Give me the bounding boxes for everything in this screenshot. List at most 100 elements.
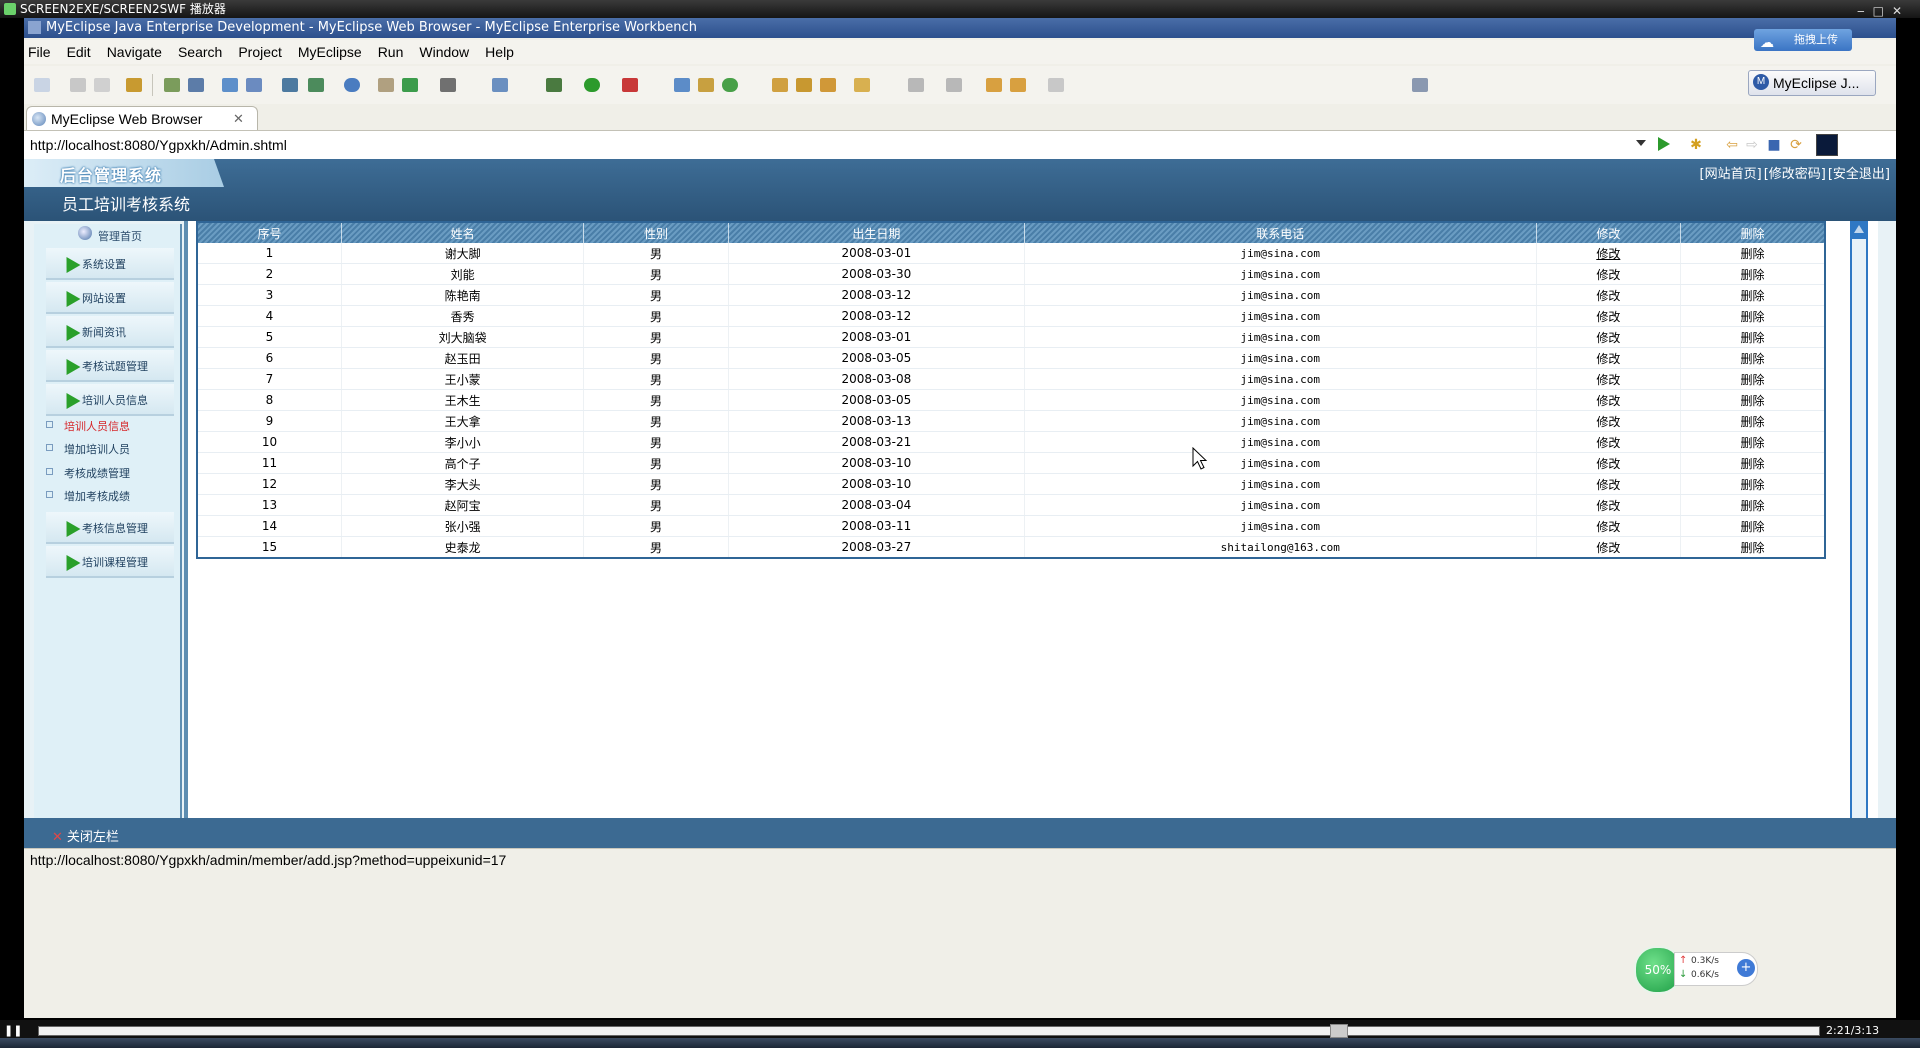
vertical-scrollbar[interactable] bbox=[1850, 221, 1868, 871]
edit-link-text[interactable]: 修改 bbox=[1596, 520, 1620, 534]
edit-link[interactable]: 修改 bbox=[1536, 347, 1682, 369]
reload-icon[interactable]: ⟳ bbox=[1788, 137, 1804, 153]
network-speed-widget[interactable]: 50% ↑ 0.3K/s ↓ 0.6K/s + bbox=[1634, 946, 1758, 994]
delete-link[interactable]: 删除 bbox=[1680, 326, 1826, 348]
menu-myeclipse[interactable]: MyEclipse bbox=[290, 40, 370, 64]
playback-thumb[interactable] bbox=[1330, 1024, 1348, 1038]
browser-back-icon[interactable]: ⇦ bbox=[1724, 137, 1740, 153]
external-tools-icon[interactable] bbox=[622, 78, 638, 92]
delete-link-text[interactable]: 删除 bbox=[1741, 247, 1765, 261]
edit-link[interactable]: 修改 bbox=[1536, 243, 1682, 264]
prev-annotation-icon[interactable] bbox=[946, 78, 962, 92]
edit-link[interactable]: 修改 bbox=[1536, 473, 1682, 495]
edit-link-text[interactable]: 修改 bbox=[1596, 373, 1620, 387]
edit-link-text[interactable]: 修改 bbox=[1596, 268, 1620, 282]
edit-link[interactable]: 修改 bbox=[1536, 494, 1682, 516]
scroll-up-icon[interactable] bbox=[1854, 225, 1864, 233]
edit-link[interactable]: 修改 bbox=[1536, 452, 1682, 474]
url-history-dropdown-icon[interactable] bbox=[1636, 140, 1646, 146]
delete-link-text[interactable]: 删除 bbox=[1741, 310, 1765, 324]
delete-link-text[interactable]: 删除 bbox=[1741, 499, 1765, 513]
edit-link-text[interactable]: 修改 bbox=[1596, 541, 1620, 555]
menu-help[interactable]: Help bbox=[477, 40, 522, 64]
archive-icon[interactable] bbox=[820, 78, 836, 92]
run-icon[interactable] bbox=[584, 78, 600, 92]
edit-link[interactable]: 修改 bbox=[1536, 326, 1682, 348]
deploy-icon[interactable] bbox=[164, 78, 180, 92]
delete-link[interactable]: 删除 bbox=[1680, 284, 1826, 306]
delete-link-text[interactable]: 删除 bbox=[1741, 268, 1765, 282]
delete-link[interactable]: 删除 bbox=[1680, 305, 1826, 327]
go-icon[interactable] bbox=[1658, 137, 1670, 151]
edit-link-text[interactable]: 修改 bbox=[1596, 415, 1620, 429]
browser-view-icon[interactable] bbox=[1816, 134, 1838, 156]
menu-file[interactable]: File bbox=[24, 40, 59, 64]
delete-link-text[interactable]: 删除 bbox=[1741, 415, 1765, 429]
new-project-icon[interactable] bbox=[282, 78, 298, 92]
link-logout[interactable]: [安全退出] bbox=[1828, 167, 1890, 182]
new-class-icon[interactable] bbox=[308, 78, 324, 92]
pause-icon[interactable]: ❚❚ bbox=[4, 1024, 22, 1037]
server-icon[interactable] bbox=[188, 78, 204, 92]
refresh-icon[interactable] bbox=[402, 78, 418, 92]
close-left-panel-link[interactable]: ✕ 关闭左栏 bbox=[52, 826, 119, 845]
console-icon[interactable] bbox=[440, 78, 456, 92]
wand-icon[interactable] bbox=[796, 78, 812, 92]
print-icon[interactable] bbox=[94, 78, 110, 92]
delete-link[interactable]: 删除 bbox=[1680, 473, 1826, 495]
edit-link-text[interactable]: 修改 bbox=[1596, 499, 1620, 513]
favorites-icon[interactable]: ✱ bbox=[1688, 137, 1704, 153]
folder-icon[interactable] bbox=[854, 78, 870, 92]
delete-link-text[interactable]: 删除 bbox=[1741, 520, 1765, 534]
edit-link-text[interactable]: 修改 bbox=[1596, 352, 1620, 366]
edit-link-text[interactable]: 修改 bbox=[1596, 457, 1620, 471]
delete-link-text[interactable]: 删除 bbox=[1741, 331, 1765, 345]
sidebar-item-training-courses[interactable]: 培训课程管理 bbox=[46, 546, 174, 578]
new-file-icon[interactable] bbox=[34, 78, 50, 92]
edit-link-text[interactable]: 修改 bbox=[1596, 289, 1620, 303]
plus-icon[interactable]: + bbox=[1737, 959, 1755, 977]
back-icon[interactable] bbox=[1010, 78, 1026, 92]
delete-link[interactable]: 删除 bbox=[1680, 431, 1826, 453]
delete-link-text[interactable]: 删除 bbox=[1741, 394, 1765, 408]
save-icon[interactable] bbox=[70, 78, 86, 92]
delete-link-text[interactable]: 删除 bbox=[1741, 541, 1765, 555]
delete-link[interactable]: 删除 bbox=[1680, 243, 1826, 264]
sidebar-item-system-settings[interactable]: 系统设置 bbox=[46, 248, 174, 280]
close-tab-icon[interactable]: ✕ bbox=[233, 107, 244, 131]
open-folder-icon[interactable] bbox=[772, 78, 788, 92]
tab-web-browser[interactable]: MyEclipse Web Browser ✕ bbox=[26, 106, 258, 131]
menu-run[interactable]: Run bbox=[370, 40, 412, 64]
edit-link-text[interactable]: 修改 bbox=[1596, 331, 1620, 345]
edit-link[interactable]: 修改 bbox=[1536, 305, 1682, 327]
delete-link[interactable]: 删除 bbox=[1680, 263, 1826, 285]
delete-link[interactable]: 删除 bbox=[1680, 368, 1826, 390]
menu-navigate[interactable]: Navigate bbox=[99, 40, 170, 64]
menu-edit[interactable]: Edit bbox=[59, 40, 99, 64]
edit-link[interactable]: 修改 bbox=[1536, 263, 1682, 285]
edit-link[interactable]: 修改 bbox=[1536, 284, 1682, 306]
edit-link[interactable]: 修改 bbox=[1536, 536, 1682, 559]
edit-link-text[interactable]: 修改 bbox=[1596, 436, 1620, 450]
delete-link[interactable]: 删除 bbox=[1680, 515, 1826, 537]
upload-button[interactable]: ☁ 拖拽上传 bbox=[1754, 29, 1852, 51]
edit-link[interactable]: 修改 bbox=[1536, 389, 1682, 411]
forward-icon[interactable] bbox=[1048, 78, 1064, 92]
open-perspective-icon[interactable] bbox=[1412, 78, 1428, 92]
delete-link[interactable]: 删除 bbox=[1680, 410, 1826, 432]
perspective-myeclipse-button[interactable]: M MyEclipse J... bbox=[1748, 70, 1876, 96]
delete-link[interactable]: 删除 bbox=[1680, 452, 1826, 474]
package-icon[interactable] bbox=[126, 78, 142, 92]
delete-link-text[interactable]: 删除 bbox=[1741, 457, 1765, 471]
new-ejb-icon[interactable] bbox=[698, 78, 714, 92]
edit-link-text[interactable]: 修改 bbox=[1596, 310, 1620, 324]
delete-link-text[interactable]: 删除 bbox=[1741, 352, 1765, 366]
menu-search[interactable]: Search bbox=[170, 40, 230, 64]
delete-link[interactable]: 删除 bbox=[1680, 389, 1826, 411]
menu-window[interactable]: Window bbox=[411, 40, 477, 64]
edit-link-text[interactable]: 修改 bbox=[1596, 478, 1620, 492]
stop-icon[interactable]: ■ bbox=[1766, 137, 1782, 153]
edit-link[interactable]: 修改 bbox=[1536, 410, 1682, 432]
menu-project[interactable]: Project bbox=[230, 40, 290, 64]
debug-icon[interactable] bbox=[546, 78, 562, 92]
